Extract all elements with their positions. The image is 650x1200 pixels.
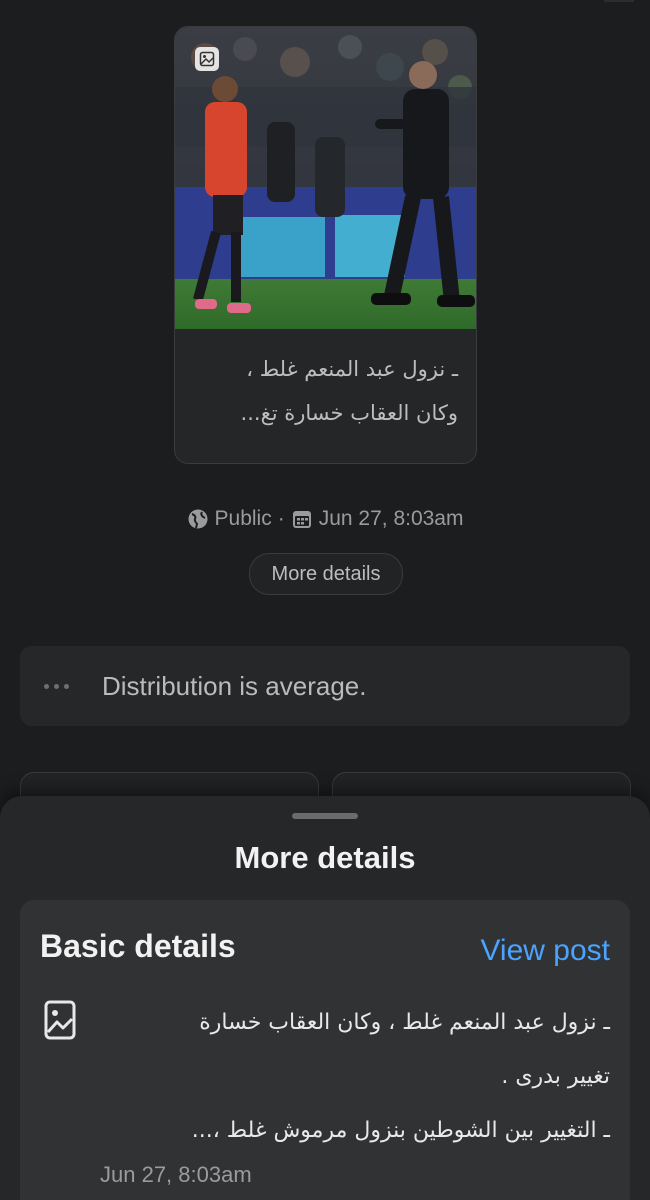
more-details-button[interactable]: More details xyxy=(249,553,403,595)
visibility-label: Public xyxy=(214,507,272,530)
top-divider xyxy=(604,0,634,2)
basic-details-card: Basic details View post ـ نزول عبد المنع… xyxy=(20,900,630,1200)
basic-details-heading: Basic details xyxy=(40,928,236,964)
globe-icon xyxy=(187,508,209,530)
post-text-line: ـ نزول عبد المنعم غلط ، وكان العقاب خسار… xyxy=(199,1010,610,1035)
post-text: ـ نزول عبد المنعم غلط ، وكان العقاب خسار… xyxy=(110,996,610,1158)
post-meta-row: Public · Jun 27, 8:03am xyxy=(0,504,650,534)
distribution-text: Distribution is average. xyxy=(102,670,367,701)
photo-icon xyxy=(44,1000,76,1040)
sheet-title: More details xyxy=(234,840,416,875)
football-photo xyxy=(175,27,476,329)
post-date: Jun 27, 8:03am xyxy=(318,507,464,530)
sheet-drag-handle[interactable] xyxy=(292,813,358,819)
post-image[interactable] xyxy=(175,27,476,329)
post-caption-line: وكان العقاب خسارة تغ... xyxy=(240,401,458,425)
meta-separator: · xyxy=(277,507,285,530)
image-icon xyxy=(195,47,219,71)
post-preview-card[interactable]: ـ نزول عبد المنعم غلط ، وكان العقاب خسار… xyxy=(174,26,477,464)
more-details-sheet: More details Basic details View post ـ ن… xyxy=(0,796,650,1200)
page: ـ نزول عبد المنعم غلط ، وكان العقاب خسار… xyxy=(0,0,650,1200)
details-date: Jun 27, 8:03am xyxy=(100,1162,252,1187)
calendar-icon xyxy=(291,508,313,530)
post-caption: ـ نزول عبد المنعم غلط ، وكان العقاب خسار… xyxy=(175,329,476,435)
post-text-line: ـ التغيير بين الشوطين بنزول مرموش غلط ،.… xyxy=(191,1118,610,1143)
more-dots-icon xyxy=(44,683,78,689)
post-text-line: تغيير بدرى . xyxy=(501,1064,610,1089)
distribution-banner: Distribution is average. xyxy=(20,646,630,726)
post-caption-line: ـ نزول عبد المنعم غلط ، xyxy=(246,357,458,381)
view-post-link[interactable]: View post xyxy=(480,934,610,968)
